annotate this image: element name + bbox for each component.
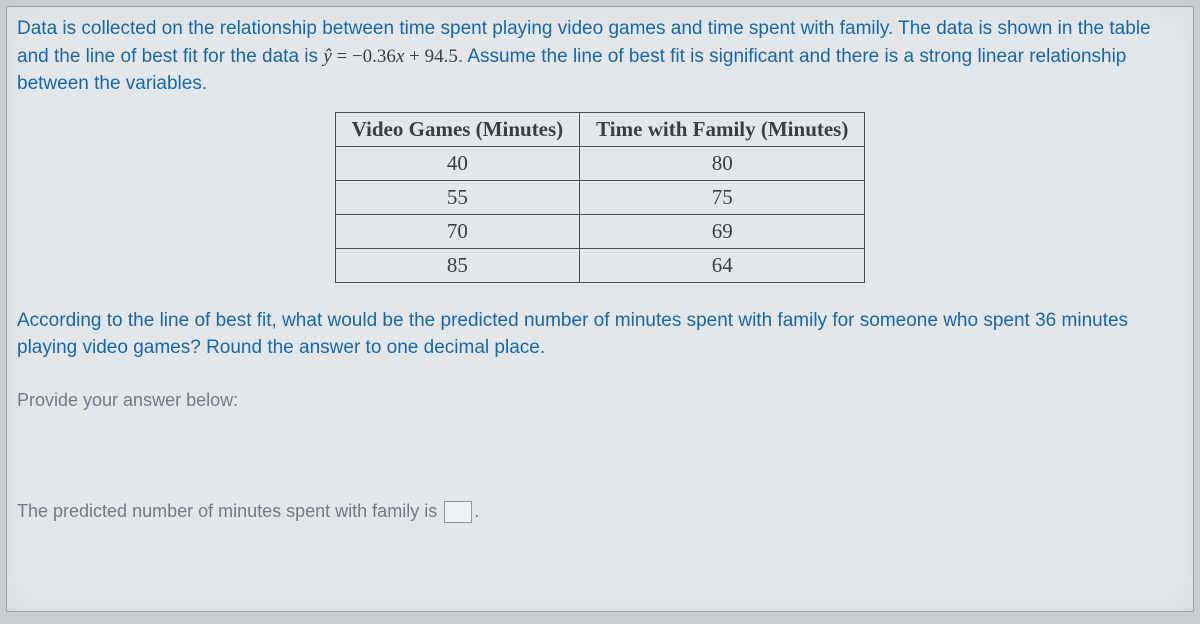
cell-x: 85	[335, 248, 580, 282]
table-row: 40 80	[335, 146, 865, 180]
cell-y: 69	[580, 214, 865, 248]
regression-equation: ŷ = −0.36x + 94.5	[323, 46, 458, 67]
table-row: 55 75	[335, 180, 865, 214]
question-text: According to the line of best fit, what …	[17, 307, 1183, 362]
cell-y: 75	[580, 180, 865, 214]
cell-y: 80	[580, 146, 865, 180]
col-header-video-games: Video Games (Minutes)	[335, 112, 580, 146]
table-row: 70 69	[335, 214, 865, 248]
answer-prompt: Provide your answer below:	[17, 390, 1183, 411]
answer-line: The predicted number of minutes spent wi…	[17, 501, 1183, 523]
question-sheet: Data is collected on the relationship be…	[6, 6, 1194, 612]
answer-suffix: .	[474, 501, 479, 521]
cell-x: 40	[335, 146, 580, 180]
table-row: 85 64	[335, 248, 865, 282]
cell-x: 55	[335, 180, 580, 214]
answer-input[interactable]	[444, 501, 472, 523]
table-header-row: Video Games (Minutes) Time with Family (…	[335, 112, 865, 146]
cell-y: 64	[580, 248, 865, 282]
cell-x: 70	[335, 214, 580, 248]
data-table: Video Games (Minutes) Time with Family (…	[335, 112, 866, 283]
answer-prefix: The predicted number of minutes spent wi…	[17, 501, 442, 521]
col-header-family-time: Time with Family (Minutes)	[580, 112, 865, 146]
intro-paragraph: Data is collected on the relationship be…	[17, 15, 1183, 98]
